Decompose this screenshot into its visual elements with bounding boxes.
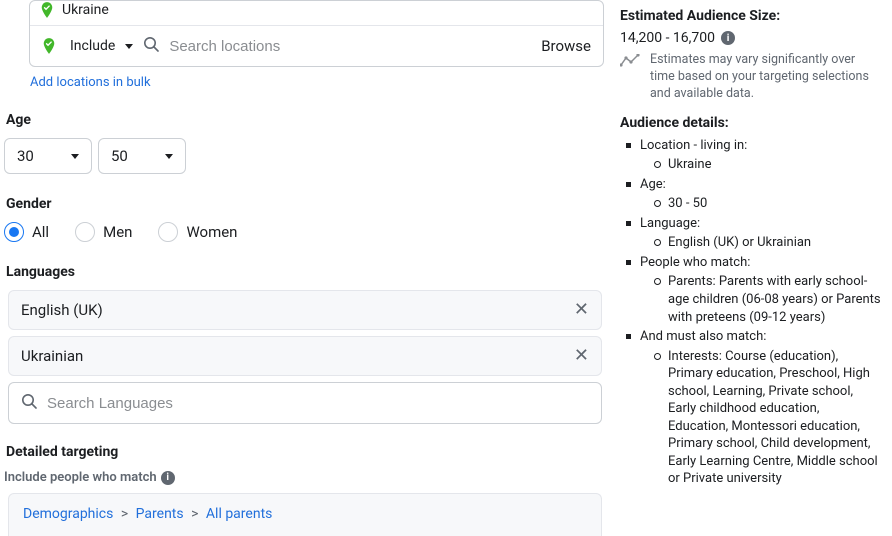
gender-option-all[interactable]: All [4,222,49,242]
audience-detail-subitem: Ukraine [654,156,882,174]
audience-detail-item: Language:English (UK) or Ukrainian [626,215,882,252]
breadcrumb-link[interactable]: Parents [136,506,184,522]
audience-detail-subitem: English (UK) or Ukrainian [654,234,882,252]
gender-women-label: Women [186,223,237,241]
location-chip[interactable]: Ukraine [30,1,603,25]
estimate-note: Estimates may vary significantly over ti… [620,52,882,103]
include-pin-icon [42,37,56,55]
age-title: Age [6,112,606,128]
trend-icon [620,54,640,68]
chevron-down-icon [165,154,173,159]
remove-language-button[interactable]: ✕ [574,301,589,319]
search-icon [143,36,159,56]
detailed-breadcrumb[interactable]: Demographics > Parents > All parents [8,493,602,536]
estimated-size-range: 14,200 - 16,700 i [620,30,882,46]
gender-all-label: All [32,223,49,241]
detailed-subtitle: Include people who match i [4,470,606,485]
location-pin-icon [40,1,54,19]
chevron-down-icon [125,44,133,49]
estimated-size-title: Estimated Audience Size: [620,8,882,24]
audience-detail-subitem: 30 - 50 [654,195,882,213]
gender-option-men[interactable]: Men [75,222,132,242]
language-search-row [8,382,602,424]
audience-detail-subitem: Interests: Course (education), Primary e… [654,348,882,488]
breadcrumb-link[interactable]: Demographics [23,506,113,522]
info-icon[interactable]: i [161,471,175,485]
language-chip: Ukrainian ✕ [8,336,602,376]
language-chip-label: English (UK) [21,301,103,319]
location-search-input[interactable] [169,38,531,55]
location-chip-label: Ukraine [62,2,109,18]
breadcrumb-link[interactable]: All parents [206,506,272,522]
audience-detail-item: And must also match:Interests: Course (e… [626,328,882,488]
gender-men-label: Men [103,223,132,241]
language-search-input[interactable] [47,395,589,412]
age-min-value: 30 [17,147,34,165]
audience-detail-item: Age:30 - 50 [626,176,882,213]
language-chip-label: Ukrainian [21,347,83,365]
audience-details-title: Audience details: [620,115,882,131]
radio-icon [158,222,178,242]
audience-detail-subitem: Parents: Parents with early school-age c… [654,273,882,326]
detailed-targeting-title: Detailed targeting [6,444,606,460]
audience-details-list: Location - living in:UkraineAge:30 - 50L… [620,137,882,488]
search-icon [21,393,37,413]
browse-button[interactable]: Browse [541,37,591,55]
language-chip: English (UK) ✕ [8,290,602,330]
age-max-select[interactable]: 50 [98,138,186,174]
age-min-select[interactable]: 30 [4,138,92,174]
remove-language-button[interactable]: ✕ [574,347,589,365]
audience-detail-item: People who match:Parents: Parents with e… [626,254,882,326]
gender-option-women[interactable]: Women [158,222,237,242]
chevron-down-icon [71,154,79,159]
gender-title: Gender [6,196,606,212]
radio-icon [4,222,24,242]
age-max-value: 50 [111,147,128,165]
info-icon[interactable]: i [721,31,735,45]
include-dropdown[interactable]: Include [42,37,133,55]
audience-detail-item: Location - living in:Ukraine [626,137,882,174]
location-box: Ukraine Include Browse [29,0,604,67]
radio-icon [75,222,95,242]
include-label: Include [70,38,115,54]
languages-title: Languages [6,264,606,280]
add-locations-bulk-link[interactable]: Add locations in bulk [30,75,151,90]
